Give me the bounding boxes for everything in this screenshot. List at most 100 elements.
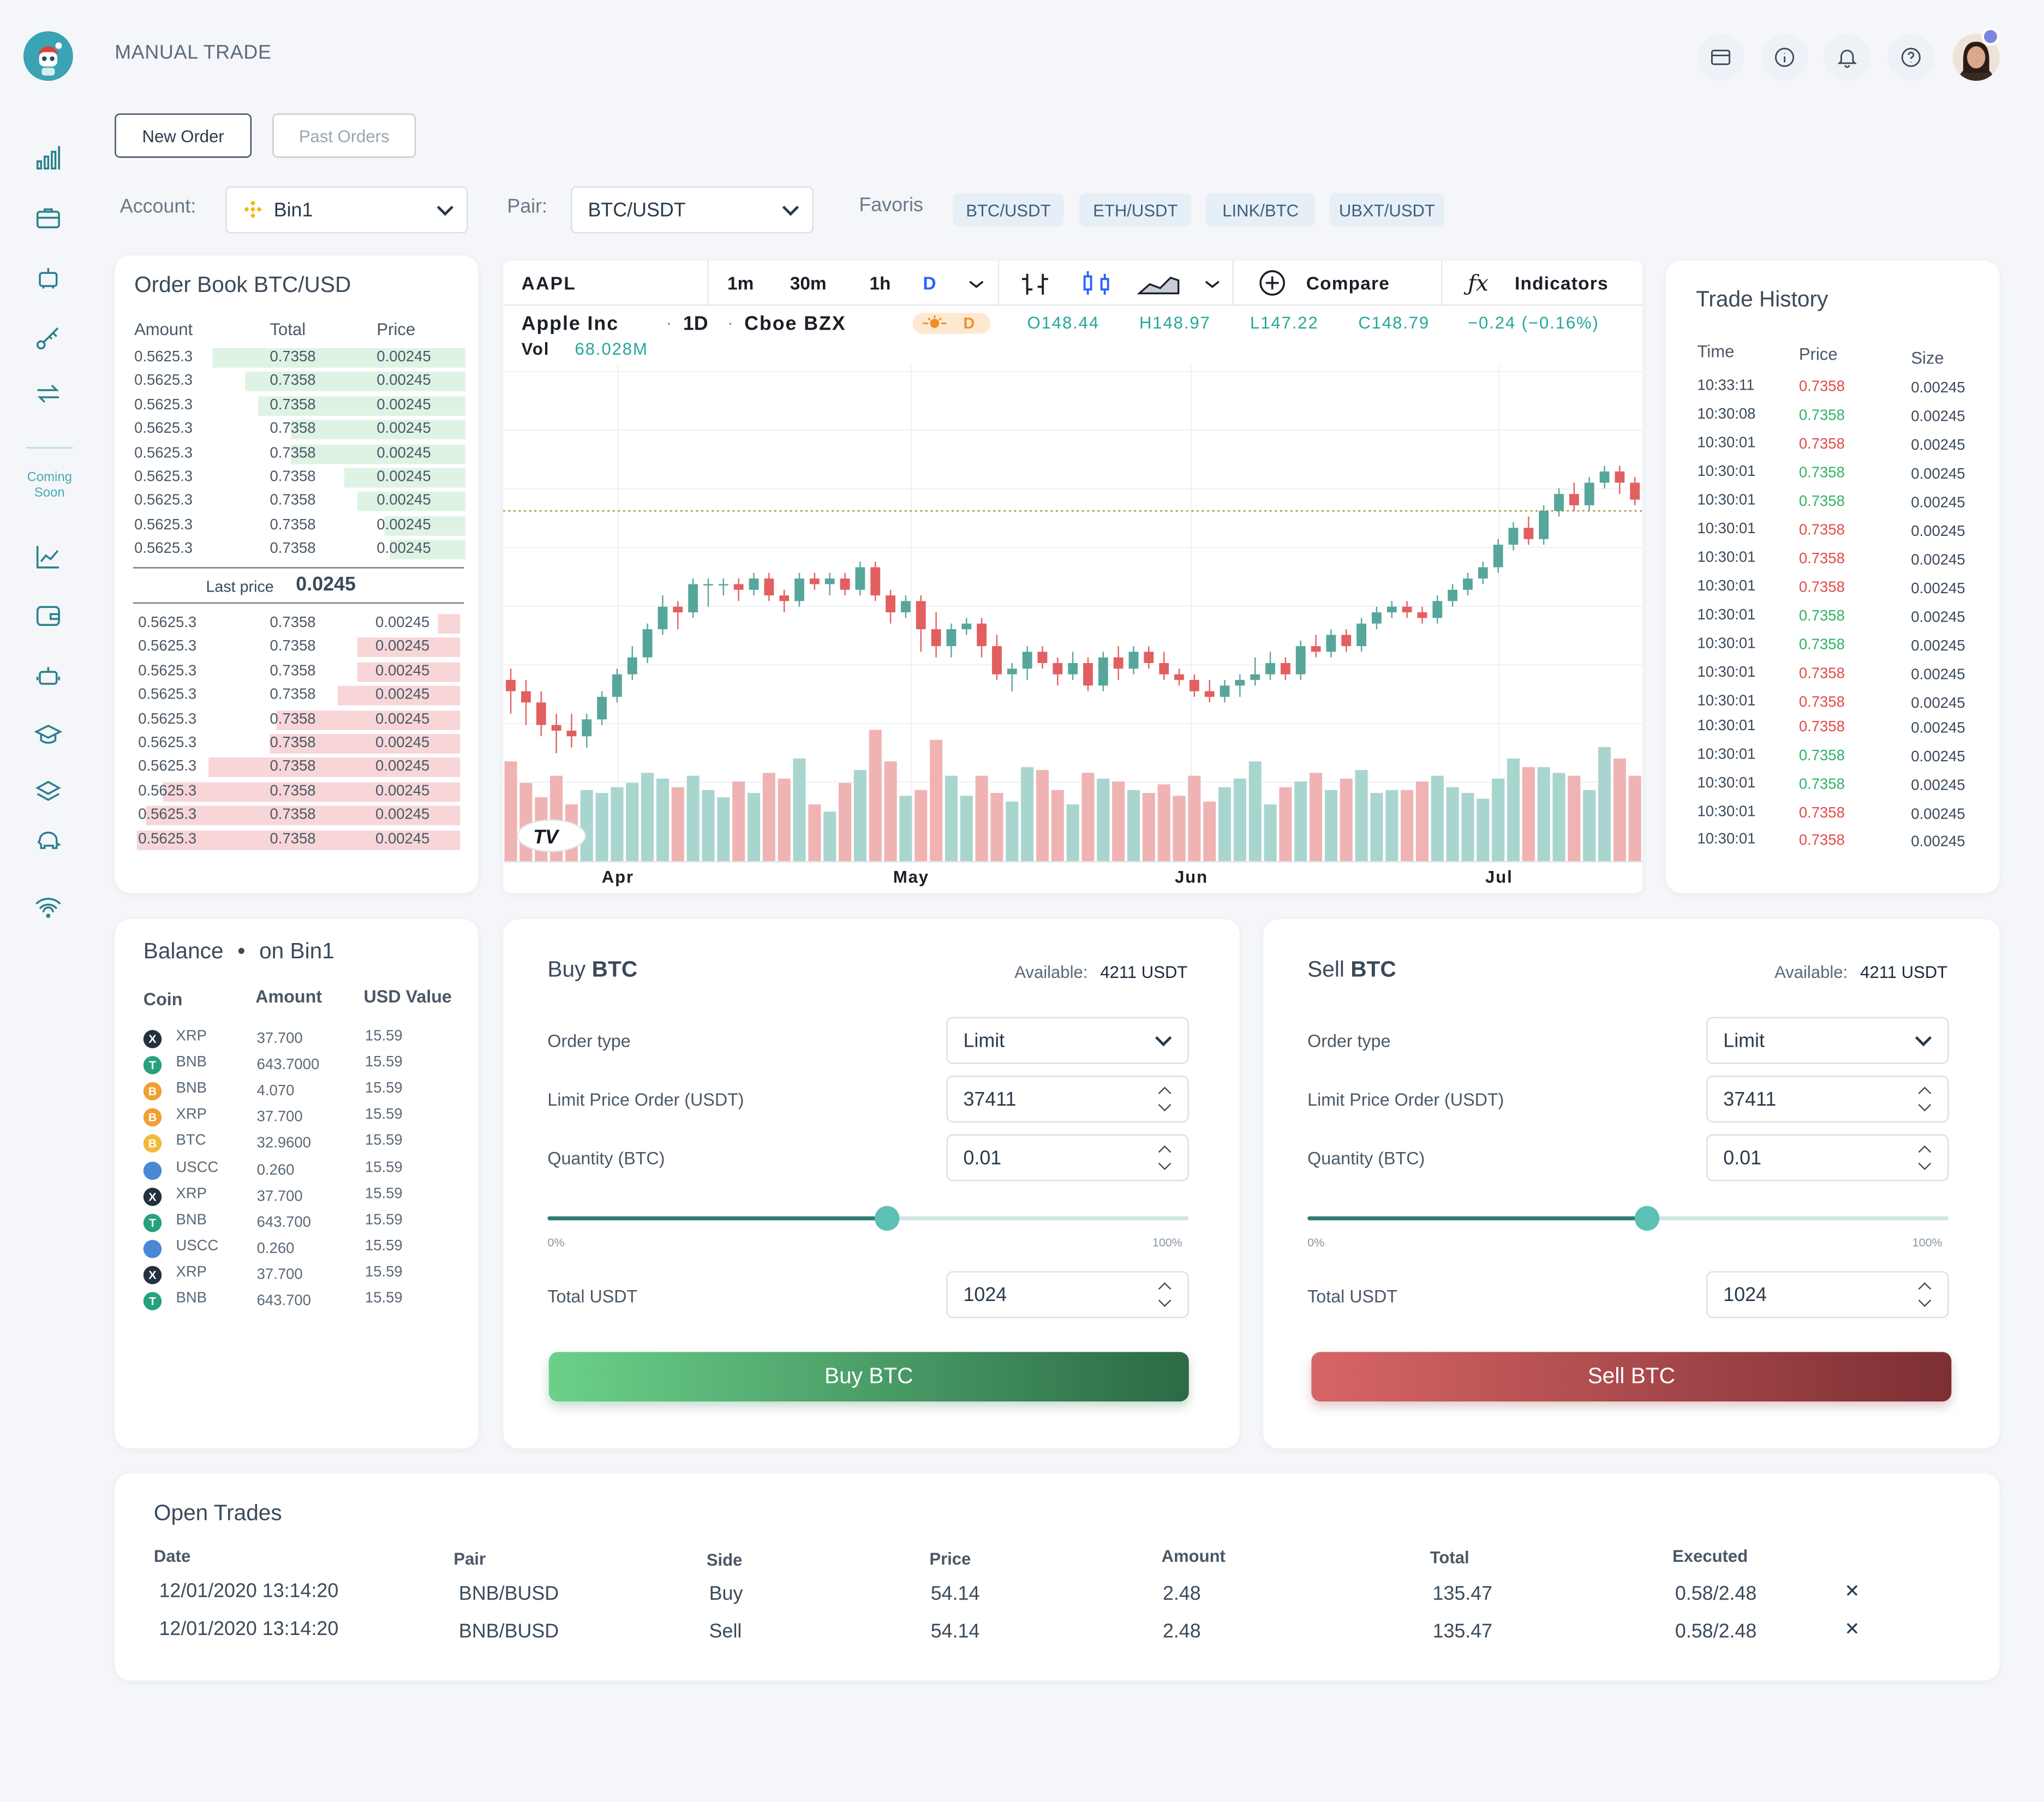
fx-icon[interactable]: ƒx <box>1463 270 1489 296</box>
interval-d[interactable]: D <box>923 273 936 294</box>
sidebar-briefcase-icon[interactable] <box>31 201 65 235</box>
sell-slider-track[interactable] <box>1307 1206 1949 1231</box>
balance-row[interactable]: T BNB 643.700 15.59 <box>143 1212 469 1236</box>
chart-symbol[interactable]: AAPL <box>522 273 577 294</box>
cancel-trade-icon[interactable]: ✕ <box>1844 1618 1860 1640</box>
sidebar-layers-icon[interactable] <box>31 775 65 809</box>
ask-row[interactable]: 0.5625.3 0.7358 0.00245 <box>133 539 467 560</box>
buy-order-type-select[interactable]: Limit <box>946 1017 1189 1064</box>
ask-row[interactable]: 0.5625.3 0.7358 0.00245 <box>133 443 467 464</box>
ask-row[interactable]: 0.5625.3 0.7358 0.00245 <box>133 467 467 488</box>
ask-row[interactable]: 0.5625.3 0.7358 0.00245 <box>133 371 467 392</box>
sell-limit-input[interactable]: 37411 <box>1706 1075 1949 1123</box>
bar-style-icon[interactable] <box>1021 273 1048 295</box>
sidebar-dashboard-icon[interactable] <box>31 141 65 175</box>
pair-label: Pair: <box>507 195 548 218</box>
interval-chevron-icon[interactable] <box>969 281 984 288</box>
compare-plus-icon[interactable] <box>1259 270 1285 296</box>
stepper-icon[interactable] <box>1918 1086 1932 1112</box>
balance-row[interactable]: B BTC 32.9600 15.59 <box>143 1133 469 1157</box>
balance-row[interactable]: X XRP 37.700 15.59 <box>143 1029 469 1052</box>
ask-row[interactable]: 0.5625.3 0.7358 0.00245 <box>133 347 467 368</box>
bid-row[interactable]: 0.5625.3 0.7358 0.00245 <box>137 781 462 802</box>
stepper-icon[interactable] <box>1158 1281 1172 1308</box>
balance-row[interactable]: B XRP 37.700 15.59 <box>143 1107 469 1131</box>
chart-style-chevron-icon[interactable] <box>1205 281 1220 288</box>
bid-row[interactable]: 0.5625.3 0.7358 0.00245 <box>137 709 462 730</box>
sidebar-academy-icon[interactable] <box>31 718 65 752</box>
favorite-chip[interactable]: BTC/USDT <box>953 193 1064 227</box>
bid-row[interactable]: 0.5625.3 0.7358 0.00245 <box>137 661 462 682</box>
sidebar-piggy-icon[interactable] <box>31 824 65 858</box>
balance-row[interactable]: X XRP 37.700 15.59 <box>143 1264 469 1288</box>
ask-row[interactable]: 0.5625.3 0.7358 0.00245 <box>133 419 467 440</box>
past-orders-tab[interactable]: Past Orders <box>272 113 416 158</box>
bid-row[interactable]: 0.5625.3 0.7358 0.00245 <box>137 685 462 706</box>
sidebar-chart-icon[interactable] <box>31 540 65 574</box>
favorite-chip[interactable]: LINK/BTC <box>1205 193 1316 227</box>
bid-row[interactable]: 0.5625.3 0.7358 0.00245 <box>137 733 462 754</box>
area-style-icon[interactable] <box>1137 276 1180 295</box>
balance-row[interactable]: B BNB 4.070 15.59 <box>143 1081 469 1105</box>
stepper-icon[interactable] <box>1918 1145 1932 1171</box>
favorite-chip[interactable]: UBXT/USDT <box>1329 193 1445 227</box>
sidebar-key-icon[interactable] <box>31 321 65 355</box>
bid-row[interactable]: 0.5625.3 0.7358 0.00245 <box>137 757 462 778</box>
bid-row[interactable]: 0.5625.3 0.7358 0.00245 <box>136 828 462 850</box>
favorite-chip[interactable]: ETH/USDT <box>1079 193 1192 227</box>
buy-qty-input[interactable]: 0.01 <box>946 1134 1189 1182</box>
balance-row[interactable]: USCC 0.260 15.59 <box>143 1160 469 1183</box>
balance-row[interactable]: USCC 0.260 15.59 <box>143 1238 469 1262</box>
bid-row[interactable]: 0.5625.3 0.7358 0.00245 <box>137 613 462 634</box>
card-icon[interactable] <box>1697 34 1744 81</box>
new-order-tab[interactable]: New Order <box>115 113 252 158</box>
interval-1h[interactable]: 1h <box>869 273 890 294</box>
candle-style-icon[interactable] <box>1083 271 1109 295</box>
sidebar-signal-icon[interactable] <box>31 891 65 924</box>
help-icon[interactable] <box>1887 34 1935 81</box>
stepper-icon[interactable] <box>1158 1086 1172 1112</box>
sell-slider-handle[interactable] <box>1635 1206 1660 1231</box>
buy-total-input[interactable]: 1024 <box>946 1271 1189 1318</box>
compare-button[interactable]: Compare <box>1306 273 1390 294</box>
ask-row[interactable]: 0.5625.3 0.7358 0.00245 <box>133 515 467 536</box>
buy-btc-button[interactable]: Buy BTC <box>548 1352 1189 1402</box>
info-icon[interactable] <box>1761 34 1808 81</box>
bell-icon[interactable] <box>1824 34 1871 81</box>
tradingview-logo-text: TV <box>533 826 560 848</box>
volume-bar <box>717 797 730 862</box>
buy-slider-handle[interactable] <box>875 1206 900 1231</box>
buy-slider-track[interactable] <box>547 1206 1189 1231</box>
indicators-button[interactable]: Indicators <box>1515 273 1609 294</box>
sell-btc-button[interactable]: Sell BTC <box>1311 1352 1952 1402</box>
interval-1m[interactable]: 1m <box>727 273 754 294</box>
ask-row[interactable]: 0.5625.3 0.7358 0.00245 <box>133 491 467 512</box>
balance-row[interactable]: X XRP 37.700 15.59 <box>143 1186 469 1209</box>
logo[interactable] <box>23 31 73 81</box>
bid-row[interactable]: 0.5625.3 0.7358 0.00245 <box>137 637 462 658</box>
price-chart[interactable]: AAPL 1m 30m 1h D Compare ƒx Indicators A… <box>503 260 1643 893</box>
account-select[interactable]: Bin1 <box>225 186 468 234</box>
buy-limit-input[interactable]: 37411 <box>946 1075 1189 1123</box>
sidebar-bot-icon[interactable] <box>31 261 65 295</box>
stepper-icon[interactable] <box>1158 1145 1172 1171</box>
sell-order-type-select[interactable]: Limit <box>1706 1017 1949 1064</box>
balance-row[interactable]: T BNB 643.7000 15.59 <box>143 1055 469 1078</box>
sell-total-input[interactable]: 1024 <box>1706 1271 1949 1318</box>
th-header-price: Price <box>1798 344 1838 364</box>
sell-qty-input[interactable]: 0.01 <box>1706 1134 1949 1182</box>
bid-row[interactable]: 0.5625.3 0.7358 0.00245 <box>137 804 462 826</box>
volume-bar <box>732 781 745 862</box>
balance-row[interactable]: T BNB 643.700 15.59 <box>143 1291 469 1314</box>
sidebar-robot-icon[interactable] <box>31 660 65 694</box>
interval-30m[interactable]: 30m <box>790 273 827 294</box>
sidebar-exchange-icon[interactable] <box>31 377 65 410</box>
trade-pair: BNB/BUSD <box>458 1583 559 1605</box>
sidebar-wallet-icon[interactable] <box>31 599 65 633</box>
candle-body <box>1448 589 1458 601</box>
stepper-icon[interactable] <box>1918 1281 1932 1308</box>
pair-select[interactable]: BTC/USDT <box>571 186 814 234</box>
cancel-trade-icon[interactable]: ✕ <box>1844 1580 1860 1602</box>
ask-row[interactable]: 0.5625.3 0.7358 0.00245 <box>133 395 467 416</box>
tradingview-logo[interactable]: TV <box>517 819 586 852</box>
